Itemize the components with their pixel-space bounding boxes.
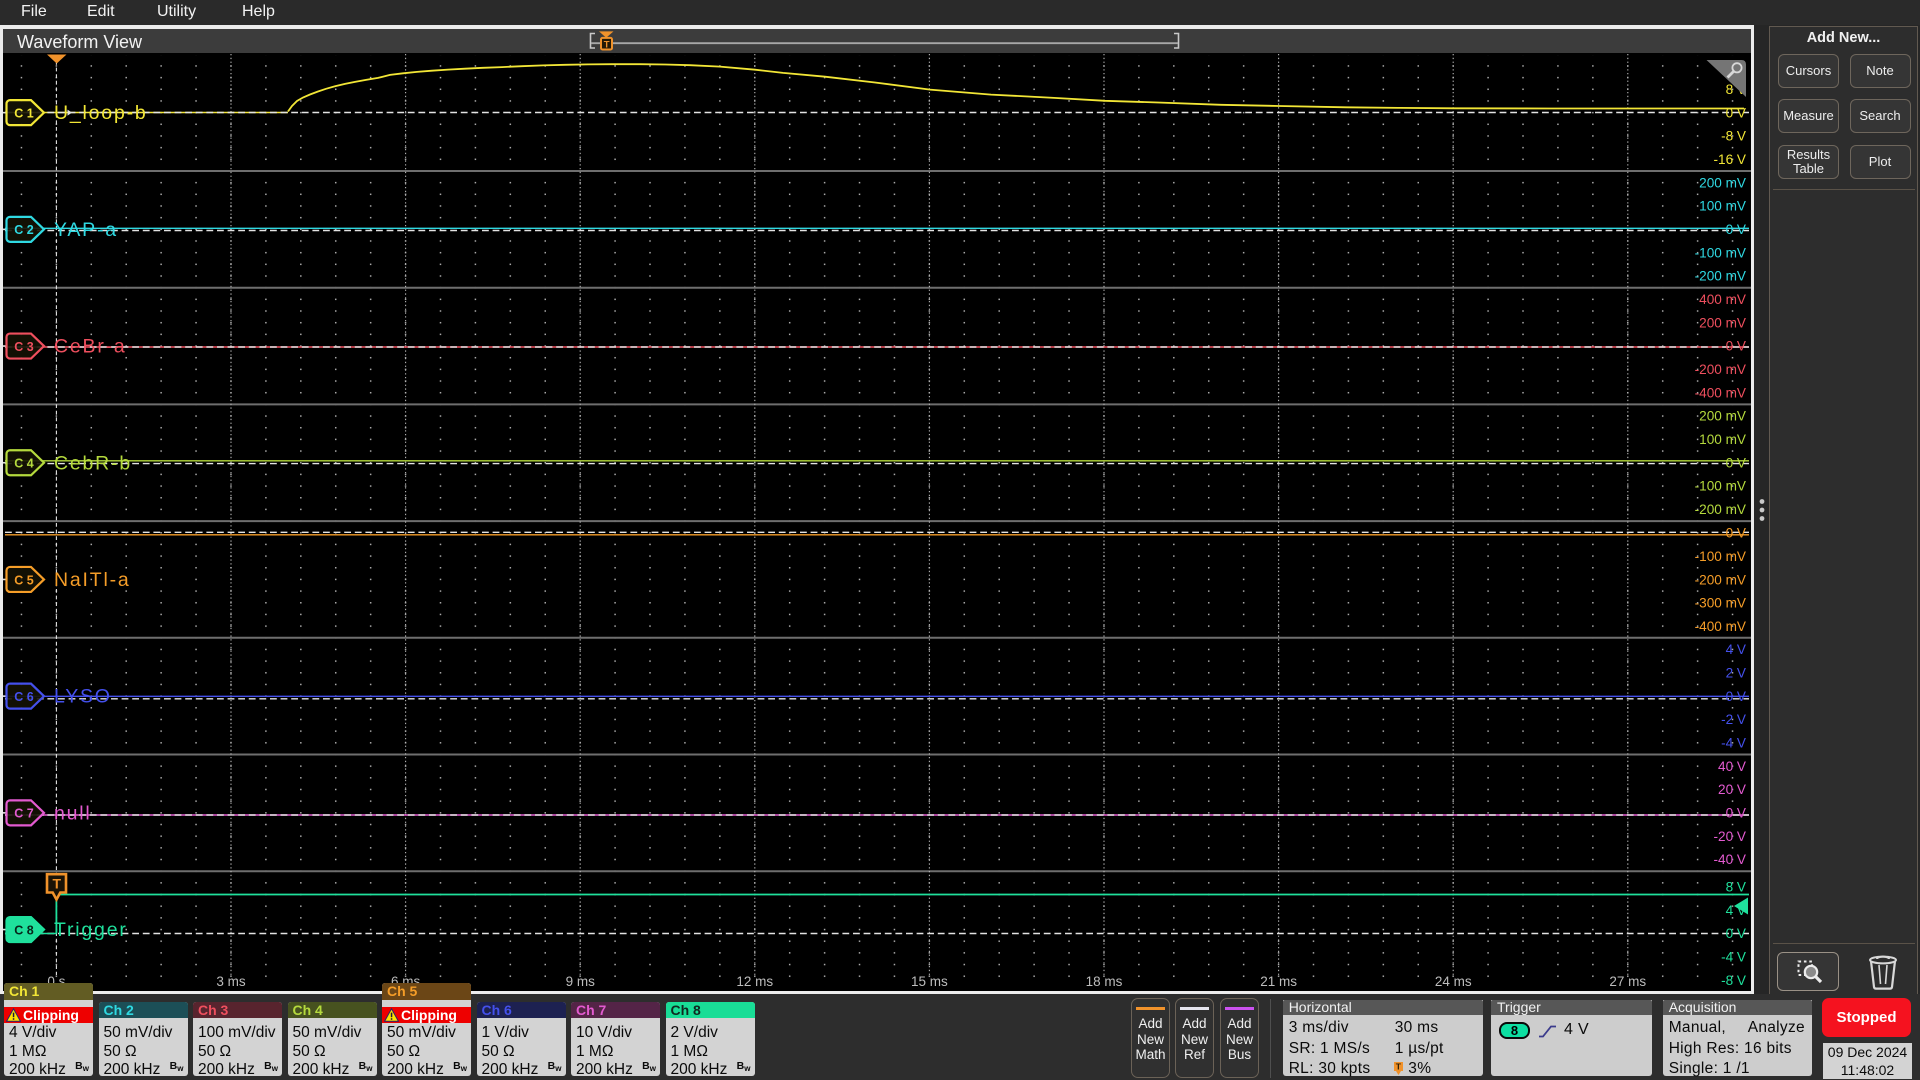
svg-text:-4 V: -4 V (1721, 950, 1746, 965)
svg-text:C 8: C 8 (14, 924, 34, 938)
svg-text:0 V: 0 V (1726, 456, 1746, 471)
svg-text:-200 mV: -200 mV (1695, 573, 1746, 588)
svg-text:2 V: 2 V (1726, 666, 1746, 681)
svg-text:0 V: 0 V (1726, 106, 1746, 121)
svg-text:-200 mV: -200 mV (1695, 362, 1746, 377)
svg-text:100 mV: 100 mV (1699, 199, 1746, 214)
svg-text:C 1: C 1 (14, 107, 34, 121)
svg-text:-200 mV: -200 mV (1695, 269, 1746, 284)
svg-text:-100 mV: -100 mV (1695, 246, 1746, 261)
svg-text:C 2: C 2 (14, 224, 34, 238)
svg-text:-100 mV: -100 mV (1695, 479, 1746, 494)
svg-text:-8 V: -8 V (1721, 973, 1746, 988)
svg-text:12 ms: 12 ms (736, 974, 773, 989)
svg-text:-200 mV: -200 mV (1695, 502, 1746, 517)
svg-text:-300 mV: -300 mV (1695, 596, 1746, 611)
svg-text:-400 mV: -400 mV (1695, 386, 1746, 401)
svg-text:-16 V: -16 V (1714, 152, 1747, 167)
svg-text:8 V: 8 V (1726, 880, 1746, 895)
svg-text:400 mV: 400 mV (1699, 292, 1746, 307)
svg-text:24 ms: 24 ms (1435, 974, 1472, 989)
svg-text:CeBr-a: CeBr-a (54, 336, 127, 358)
svg-text:T: T (53, 876, 62, 892)
svg-text:-20 V: -20 V (1714, 829, 1747, 844)
svg-text:-4 V: -4 V (1721, 736, 1746, 751)
svg-text:27 ms: 27 ms (1609, 974, 1646, 989)
svg-text:CebR-b: CebR-b (54, 453, 132, 475)
svg-text:C 7: C 7 (14, 807, 34, 821)
svg-text:0 V: 0 V (1726, 926, 1746, 941)
svg-text:null: null (54, 803, 92, 825)
svg-text:C 5: C 5 (14, 574, 34, 588)
svg-text:9 ms: 9 ms (566, 974, 596, 989)
svg-text:3 ms: 3 ms (216, 974, 246, 989)
svg-text:C 4: C 4 (14, 457, 34, 471)
svg-text:200 mV: 200 mV (1699, 176, 1746, 191)
svg-text:Trigger: Trigger (54, 919, 128, 941)
svg-text:0 V: 0 V (1726, 526, 1746, 541)
svg-text:-2 V: -2 V (1721, 712, 1746, 727)
svg-text:-100 mV: -100 mV (1695, 549, 1746, 564)
svg-text:-400 mV: -400 mV (1695, 619, 1746, 634)
svg-text:40 V: 40 V (1718, 759, 1746, 774)
svg-text:200 mV: 200 mV (1699, 409, 1746, 424)
svg-text:100 mV: 100 mV (1699, 432, 1746, 447)
svg-text:YAP-a: YAP-a (54, 219, 118, 241)
svg-text:-8 V: -8 V (1721, 129, 1746, 144)
svg-text:20 V: 20 V (1718, 783, 1746, 798)
svg-text:C 3: C 3 (14, 340, 34, 354)
svg-text:0 V: 0 V (1726, 222, 1746, 237)
svg-text:T: T (1395, 1062, 1401, 1072)
svg-text:LYSO: LYSO (54, 686, 112, 708)
svg-text:0 V: 0 V (1726, 689, 1746, 704)
svg-text:0 V: 0 V (1726, 339, 1746, 354)
svg-text:T: T (604, 39, 610, 50)
svg-text:C 6: C 6 (14, 690, 34, 704)
svg-text:4 V: 4 V (1726, 642, 1746, 657)
svg-text:18 ms: 18 ms (1086, 974, 1123, 989)
svg-text:0 V: 0 V (1726, 806, 1746, 821)
svg-text:200 mV: 200 mV (1699, 316, 1746, 331)
svg-text:-40 V: -40 V (1714, 853, 1747, 868)
svg-text:21 ms: 21 ms (1260, 974, 1297, 989)
svg-text:15 ms: 15 ms (911, 974, 948, 989)
svg-text:NaITl-a: NaITl-a (54, 569, 131, 591)
